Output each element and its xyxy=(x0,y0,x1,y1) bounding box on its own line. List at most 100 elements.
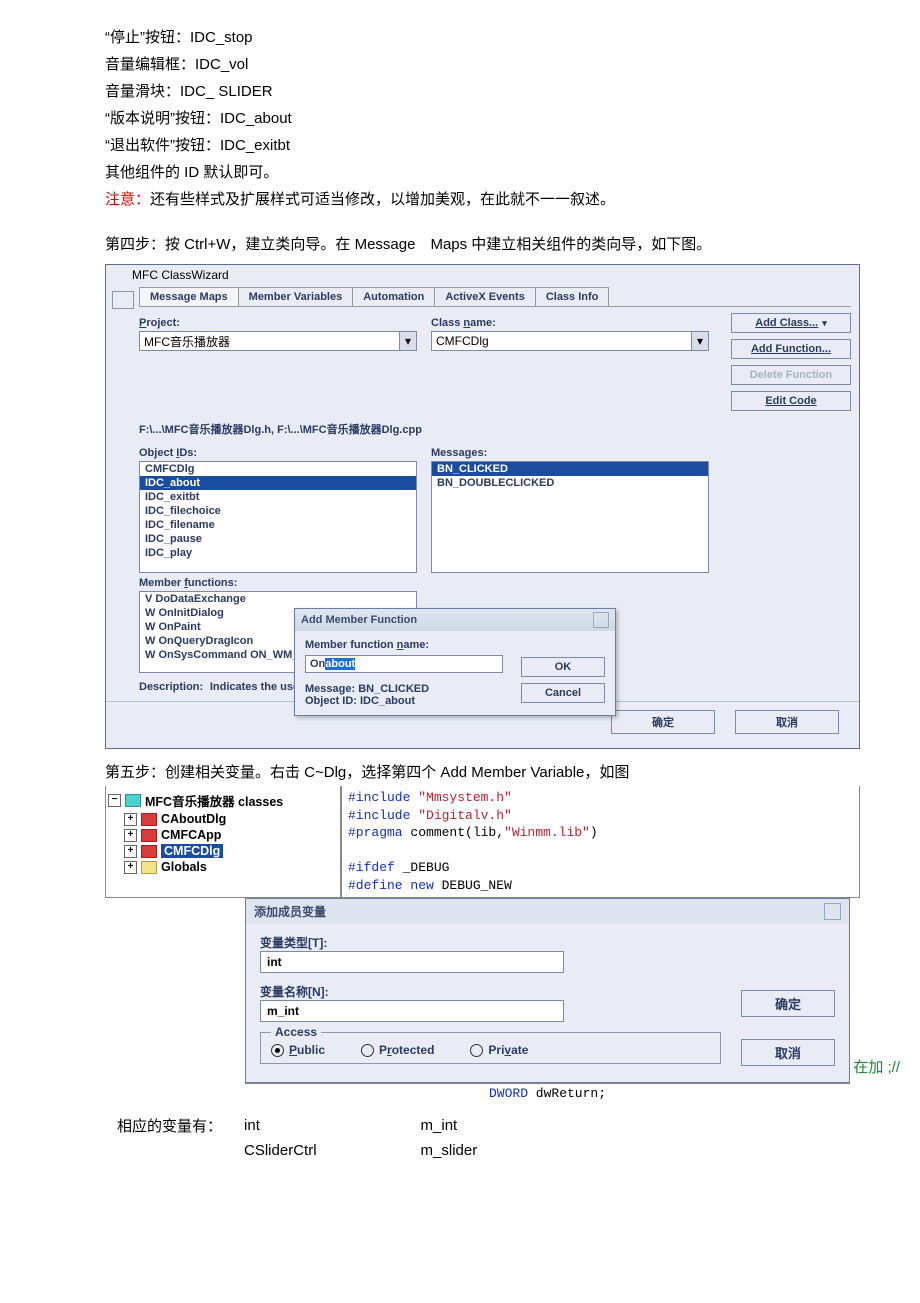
folder-icon xyxy=(141,861,157,874)
project-input[interactable] xyxy=(139,331,400,351)
project-combo[interactable]: ▾ xyxy=(139,331,417,351)
text-line: “版本说明”按钮：IDC_about xyxy=(105,105,860,132)
objectids-label: Object IDs: xyxy=(139,447,417,459)
list-item[interactable]: IDC_exitbt xyxy=(140,490,416,504)
file-path: F:\...\MFC音乐播放器Dlg.h, F:\...\MFC音乐播放器Dlg… xyxy=(139,421,851,437)
list-item[interactable]: BN_CLICKED xyxy=(432,462,708,476)
tree-node[interactable]: Globals xyxy=(161,860,207,874)
dialog-title-bar: MFC ClassWizard xyxy=(106,265,859,285)
left-strip xyxy=(106,285,139,701)
classes-icon xyxy=(125,794,141,807)
ok-button[interactable]: 确定 xyxy=(611,710,715,734)
strip-icon xyxy=(112,291,134,309)
list-item[interactable]: IDC_filename xyxy=(140,518,416,532)
list-item[interactable]: V DoDataExchange xyxy=(140,592,416,606)
var-type-label: 变量类型[T]: xyxy=(260,934,721,951)
class-icon xyxy=(141,813,157,826)
cancel-button[interactable]: 取消 xyxy=(735,710,839,734)
memberfns-label: Member functions: xyxy=(139,577,417,589)
edit-code-button[interactable]: Edit Code xyxy=(731,391,851,411)
text-line: 其他组件的 ID 默认即可。 xyxy=(105,159,860,186)
var-type: CSliderCtrl xyxy=(234,1140,327,1161)
text-line: 音量滑块：IDC_ SLIDER xyxy=(105,78,860,105)
amf-name-input[interactable]: Onabout xyxy=(305,655,503,673)
tree-node-selected[interactable]: CMFCDlg xyxy=(161,844,223,858)
tab-class-info[interactable]: Class Info xyxy=(535,287,610,306)
classname-combo[interactable]: ▾ xyxy=(431,331,709,351)
list-item[interactable]: IDC_play xyxy=(140,546,416,560)
close-icon[interactable] xyxy=(593,612,609,628)
delete-function-button[interactable]: Delete Function xyxy=(731,365,851,385)
radio-private[interactable]: Private xyxy=(470,1043,528,1057)
text-line: “停止”按钮：IDC_stop xyxy=(105,24,860,51)
access-legend: Access xyxy=(271,1025,321,1039)
tab-member-variables[interactable]: Member Variables xyxy=(238,287,354,306)
step5-text: 第五步：创建相关变量。右击 C~Dlg，选择第四个 Add Member Var… xyxy=(105,759,860,786)
tab-automation[interactable]: Automation xyxy=(352,287,435,306)
dropdown-icon[interactable]: ▾ xyxy=(400,331,417,351)
amf-cancel-button[interactable]: Cancel xyxy=(521,683,605,703)
class-tree[interactable]: − MFC音乐播放器 classes + CAboutDlg + CMFCApp + C… xyxy=(106,786,342,897)
var-name-label: 变量名称[N]: xyxy=(260,983,721,1000)
code-line: DWORD dwReturn; xyxy=(245,1083,850,1103)
var-name: m_int xyxy=(411,1113,488,1138)
add-class-button[interactable]: Add Class...▾ xyxy=(731,313,851,333)
radio-public[interactable]: Public xyxy=(271,1043,325,1057)
class-icon xyxy=(141,845,157,858)
amv-cancel-button[interactable]: 取消 xyxy=(741,1039,835,1066)
tab-strip: Message Maps Member Variables Automation… xyxy=(139,287,851,307)
tab-activex-events[interactable]: ActiveX Events xyxy=(434,287,535,306)
tab-message-maps[interactable]: Message Maps xyxy=(139,287,239,306)
radio-icon xyxy=(361,1044,374,1057)
tree-root[interactable]: MFC音乐播放器 classes xyxy=(145,791,283,810)
list-item[interactable]: IDC_filechoice xyxy=(140,504,416,518)
add-function-button[interactable]: Add Function... xyxy=(731,339,851,359)
app-icon xyxy=(112,270,126,281)
classname-input[interactable] xyxy=(431,331,692,351)
class-icon xyxy=(141,829,157,842)
objectids-listbox[interactable]: CMFCDlg IDC_about IDC_exitbt IDC_filecho… xyxy=(139,461,417,573)
var-name-input[interactable] xyxy=(260,1000,564,1022)
access-group: Access Public Protected Private xyxy=(260,1032,721,1064)
amf-title-bar: Add Member Function xyxy=(295,609,615,631)
expand-icon[interactable]: + xyxy=(124,813,137,826)
dialog-title: MFC ClassWizard xyxy=(132,268,229,282)
expand-icon[interactable]: + xyxy=(124,845,137,858)
close-icon[interactable] xyxy=(824,903,841,920)
text-line: “退出软件”按钮：IDC_exitbt xyxy=(105,132,860,159)
ide-split: − MFC音乐播放器 classes + CAboutDlg + CMFCApp + C… xyxy=(105,786,860,898)
expand-icon[interactable]: + xyxy=(124,861,137,874)
vars-intro: 相应的变量有： xyxy=(107,1113,232,1138)
text-line: 音量编辑框：IDC_vol xyxy=(105,51,860,78)
amv-ok-button[interactable]: 确定 xyxy=(741,990,835,1017)
var-name: m_slider xyxy=(411,1140,488,1161)
collapse-icon[interactable]: − xyxy=(108,794,121,807)
list-item[interactable]: IDC_pause xyxy=(140,532,416,546)
list-item[interactable]: BN_DOUBLECLICKED xyxy=(432,476,708,490)
classname-label: Class name: xyxy=(431,317,709,329)
variables-table: 相应的变量有： int m_int CSliderCtrl m_slider xyxy=(105,1111,489,1163)
add-member-variable-dialog: 添加成员变量 变量类型[T]: 变量名称[N]: Access Public P… xyxy=(245,898,850,1083)
list-item[interactable]: CMFCDlg xyxy=(140,462,416,476)
messages-label: Messages: xyxy=(431,447,709,459)
list-item[interactable]: IDC_about xyxy=(140,476,416,490)
project-label: PProject:roject: xyxy=(139,317,417,329)
radio-icon xyxy=(271,1044,284,1057)
tree-node[interactable]: CAboutDlg xyxy=(161,812,226,826)
step4-text: 第四步：按 Ctrl+W，建立类向导。在 Message Maps 中建立相关组… xyxy=(105,231,860,258)
radio-protected[interactable]: Protected xyxy=(361,1043,434,1057)
side-code-fragment: 在加 ;// xyxy=(853,1056,900,1077)
messages-listbox[interactable]: BN_CLICKED BN_DOUBLECLICKED xyxy=(431,461,709,573)
description-label: Description: xyxy=(139,681,203,693)
add-member-function-dialog: Add Member Function Member function name… xyxy=(294,608,616,716)
expand-icon[interactable]: + xyxy=(124,829,137,842)
code-pane: #include "Mmsystem.h" #include "Digitalv… xyxy=(342,786,859,897)
var-type: int xyxy=(234,1113,327,1138)
amv-title-bar: 添加成员变量 xyxy=(246,899,849,924)
radio-icon xyxy=(470,1044,483,1057)
tree-node[interactable]: CMFCApp xyxy=(161,828,221,842)
dropdown-icon[interactable]: ▾ xyxy=(692,331,709,351)
var-type-input[interactable] xyxy=(260,951,564,973)
amf-ok-button[interactable]: OK xyxy=(521,657,605,677)
note-line: 注意：还有些样式及扩展样式可适当修改，以增加美观，在此就不一一叙述。 xyxy=(105,186,860,213)
